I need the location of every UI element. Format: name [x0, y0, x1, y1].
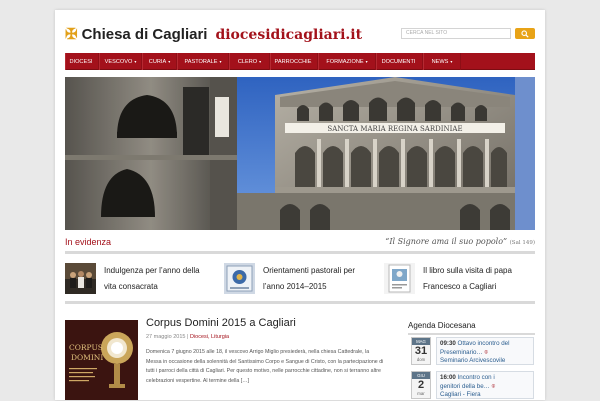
- article-excerpt: Domenica 7 giugno 2015 alle 18, il vesco…: [146, 349, 384, 384]
- featured-thumbnail: [65, 263, 96, 294]
- chevron-down-icon: ▾: [365, 59, 368, 64]
- location-pin-icon: ⌾: [484, 348, 489, 356]
- site-logo[interactable]: ✠ Chiesa di Cagliari diocesidicagliari.i…: [65, 26, 362, 43]
- section-title-in-evidenza: In evidenza: [65, 237, 112, 247]
- divider: [408, 333, 535, 335]
- page-container: ✠ Chiesa di Cagliari diocesidicagliari.i…: [55, 10, 545, 400]
- chevron-down-icon: ▾: [219, 59, 222, 64]
- search-icon: [521, 29, 529, 38]
- location-pin-icon: ⌾: [491, 382, 496, 390]
- article-meta: 27 maggio 2015 | Diocesi, Liturgia: [146, 334, 230, 340]
- calendar-date-badge: MAG 31 dom: [411, 337, 431, 365]
- nav-item-parrocchie[interactable]: PARROCCHIE: [270, 53, 318, 70]
- nav-item-news[interactable]: NEWS ▾: [423, 53, 461, 70]
- featured-thumbnail: [384, 263, 415, 294]
- nav-item-vescovo[interactable]: VESCOVO ▾: [99, 53, 142, 70]
- thumb-title-line2: DOMINI: [71, 353, 103, 362]
- facade-inscription: SANCTA MARIA REGINA SARDINIAE: [327, 125, 462, 133]
- thumb-title-line1: CORPUS: [69, 343, 103, 352]
- chevron-down-icon: ▾: [259, 59, 262, 64]
- hero-image[interactable]: SANCTA MARIA REGINA SARDINIAE: [65, 77, 535, 230]
- agenda-title: Agenda Diocesana: [408, 321, 476, 330]
- featured-thumbnail: [224, 263, 255, 294]
- site-name: Chiesa di Cagliari: [81, 26, 208, 43]
- cathedral-illustration: SANCTA MARIA REGINA SARDINIAE: [65, 77, 535, 230]
- divider: [65, 251, 535, 254]
- article-title-link[interactable]: Corpus Domini 2015 a Cagliari: [146, 317, 296, 329]
- calendar-date-badge: GIU 2 mar: [411, 371, 431, 399]
- event-link[interactable]: 09:30 Ottavo incontro del Preseminario… …: [436, 337, 534, 365]
- featured-item-indulgenza[interactable]: Indulgenza per l’anno della vita consacr…: [65, 263, 210, 297]
- featured-item-libro-papa[interactable]: Il libro sulla visita di papa Francesco …: [384, 263, 535, 297]
- main-nav: DIOCESI VESCOVO ▾ CURIA ▾ PASTORALE ▾ CLERO…: [65, 53, 535, 70]
- cross-icon: ✠: [65, 26, 78, 43]
- chevron-down-icon: ▾: [168, 59, 171, 64]
- search-button[interactable]: [515, 28, 535, 39]
- chevron-down-icon: ▾: [450, 59, 453, 64]
- scripture-quote: “Il Signore ama il suo popolo” (Sal 149): [385, 237, 535, 246]
- chevron-down-icon: ▾: [134, 59, 137, 64]
- search-input[interactable]: CERCA NEL SITO: [401, 28, 511, 39]
- nav-item-curia[interactable]: CURIA ▾: [142, 53, 177, 70]
- nav-item-formazione[interactable]: FORMAZIONE ▾: [318, 53, 376, 70]
- divider: [65, 301, 535, 304]
- agenda-event: GIU 2 mar 16:00 Incontro con i genitori …: [411, 371, 535, 401]
- nav-item-pastorale[interactable]: PASTORALE ▾: [177, 53, 229, 70]
- agenda-event: MAG 31 dom 09:30 Ottavo incontro del Pre…: [411, 337, 535, 367]
- site-url: diocesidicagliari.it: [215, 26, 363, 43]
- event-link[interactable]: 16:00 Incontro con i genitori della be… …: [436, 371, 534, 399]
- featured-item-orientamenti[interactable]: Orientamenti pastorali per l’anno 2014–2…: [224, 263, 374, 297]
- nav-item-clero[interactable]: CLERO ▾: [229, 53, 270, 70]
- article-thumbnail[interactable]: CORPUS DOMINI: [65, 320, 138, 400]
- nav-item-diocesi[interactable]: DIOCESI: [65, 53, 99, 70]
- article-categories-link[interactable]: Diocesi, Liturgia: [190, 334, 229, 340]
- nav-item-documenti[interactable]: DOCUMENTI: [376, 53, 423, 70]
